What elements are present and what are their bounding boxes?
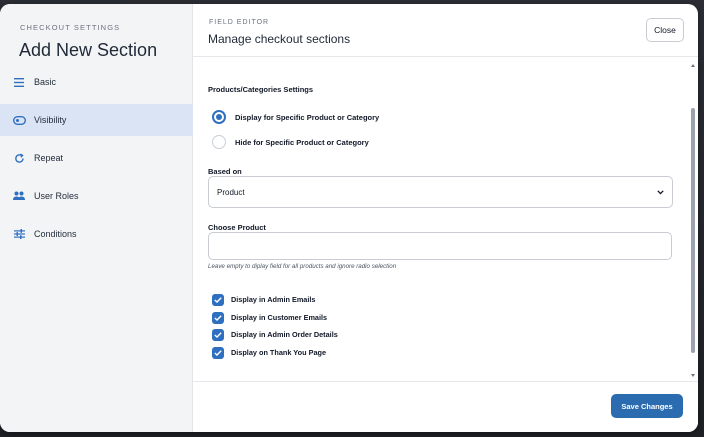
sidebar-item-label: Basic (34, 77, 57, 87)
checkbox-admin-order-details[interactable]: Display in Admin Order Details (212, 328, 338, 341)
sidebar-item-basic[interactable]: Basic (0, 66, 193, 98)
sidebar-item-visibility[interactable]: Visibility (0, 104, 193, 136)
radio-display-specific[interactable]: Display for Specific Product or Category (212, 110, 379, 124)
scroll-down-arrow-icon[interactable] (691, 374, 695, 377)
sidebar-item-label: User Roles (34, 191, 79, 201)
choose-product-hint: Leave empty to diplay field for all prod… (208, 263, 397, 270)
choose-product-input[interactable] (208, 232, 672, 260)
scroll-up-arrow-icon[interactable] (691, 64, 695, 67)
sidebar-item-label: Conditions (34, 229, 77, 239)
sidebar-item-label: Repeat (34, 153, 64, 163)
menu-lines-icon (12, 75, 26, 89)
sidebar-item-conditions[interactable]: Conditions (0, 218, 193, 250)
choose-product-label: Choose Product (208, 223, 266, 232)
eye-toggle-icon (12, 113, 26, 127)
based-on-value: Product (217, 187, 245, 197)
repeat-icon (12, 151, 26, 165)
sliders-icon (12, 227, 26, 241)
based-on-label: Based on (208, 167, 242, 176)
editor-header: FIELD EDITOR Manage checkout sections Cl… (193, 4, 698, 57)
checkbox-admin-emails[interactable]: Display in Admin Emails (212, 293, 315, 306)
close-button[interactable]: Close (646, 18, 684, 42)
sidebar-title: Add New Section (19, 40, 158, 60)
page-title: Manage checkout sections (208, 32, 351, 46)
checkbox-label: Display in Customer Emails (231, 313, 328, 322)
main-panel: FIELD EDITOR Manage checkout sections Cl… (193, 4, 698, 432)
checkbox-checked-icon[interactable] (212, 328, 224, 341)
checkbox-customer-emails[interactable]: Display in Customer Emails (212, 311, 327, 324)
radio-unselected-icon[interactable] (212, 135, 226, 149)
sidebar-kicker: CHECKOUT SETTINGS (20, 23, 121, 32)
editor-footer: Save Changes (193, 381, 698, 432)
radio-label: Hide for Specific Product or Category (235, 137, 369, 147)
checkout-section-modal: CHECKOUT SETTINGS Add New Section Basic … (0, 4, 698, 432)
users-icon (12, 189, 26, 203)
visibility-settings-content: Products/Categories Settings Display for… (193, 58, 688, 381)
radio-selected-icon[interactable] (212, 110, 226, 124)
sidebar-item-label: Visibility (34, 115, 67, 125)
scroll-thumb[interactable] (691, 108, 695, 353)
based-on-select[interactable]: Product (208, 176, 673, 208)
radio-hide-specific[interactable]: Hide for Specific Product or Category (212, 135, 369, 149)
header-kicker: FIELD EDITOR (209, 19, 270, 26)
checkbox-checked-icon[interactable] (212, 293, 224, 306)
chevron-down-icon (657, 188, 664, 197)
save-changes-button[interactable]: Save Changes (611, 394, 683, 418)
checkbox-checked-icon[interactable] (212, 346, 224, 359)
checkbox-label: Display on Thank You Page (231, 348, 327, 357)
section-heading: Products/Categories Settings (208, 85, 314, 94)
checkbox-checked-icon[interactable] (212, 311, 224, 324)
sidebar-item-repeat[interactable]: Repeat (0, 142, 193, 174)
sidebar-nav: Basic Visibility Repeat User Roles Condi… (0, 66, 193, 256)
checkbox-thank-you-page[interactable]: Display on Thank You Page (212, 346, 326, 359)
content-scrollbar[interactable] (689, 58, 698, 381)
sidebar-item-user-roles[interactable]: User Roles (0, 180, 193, 212)
checkbox-label: Display in Admin Emails (231, 295, 316, 304)
checkbox-label: Display in Admin Order Details (231, 330, 338, 339)
sidebar: CHECKOUT SETTINGS Add New Section Basic … (0, 4, 193, 432)
radio-label: Display for Specific Product or Category (235, 112, 380, 122)
